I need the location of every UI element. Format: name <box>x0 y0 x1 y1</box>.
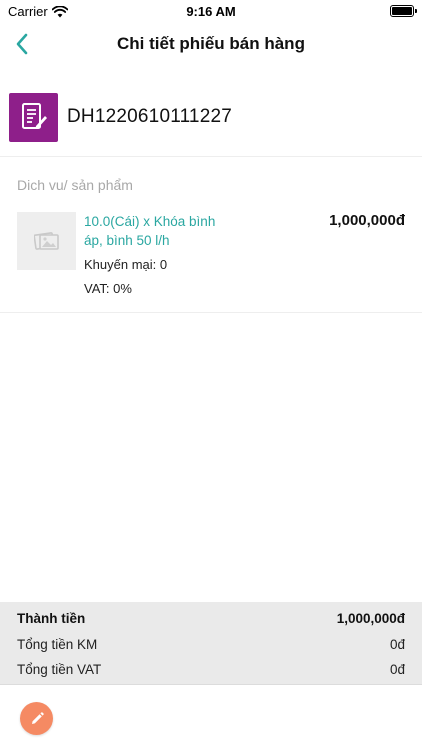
invoice-icon <box>9 92 58 142</box>
total-value: 1,000,000đ <box>336 611 405 626</box>
status-bar: Carrier 9:16 AM <box>0 0 422 24</box>
item-name: 10.0(Cái) x Khóa bình áp, bình 50 l/h <box>84 214 216 248</box>
pencil-icon <box>31 711 44 724</box>
promo-total-value: 0đ <box>389 637 405 652</box>
edit-button[interactable] <box>20 702 53 735</box>
image-placeholder-icon <box>17 212 76 270</box>
page-title: Chi tiết phiếu bán hàng <box>117 34 305 53</box>
item-price: 1,000,000đ <box>329 212 405 229</box>
list-item[interactable]: 10.0(Cái) x Khóa bình áp, bình 50 l/h 1,… <box>0 210 422 310</box>
vat-total-label: Tổng tiền VAT <box>17 662 102 677</box>
navigation-bar: Chi tiết phiếu bán hàng <box>0 24 422 64</box>
footer-bar <box>0 684 422 750</box>
summary-panel: Thành tiền 1,000,000đ Tổng tiền KM 0đ Tổ… <box>0 602 422 684</box>
promo-total-label: Tổng tiền KM <box>17 637 98 652</box>
status-time: 9:16 AM <box>186 4 236 19</box>
divider <box>0 312 422 313</box>
item-promotion: Khuyến mại: 0 <box>84 257 168 272</box>
item-vat: VAT: 0% <box>84 281 132 296</box>
order-code: DH1220610111227 <box>67 106 232 127</box>
battery-icon <box>390 5 417 17</box>
vat-total-value: 0đ <box>389 662 405 677</box>
summary-total-row: Thành tiền 1,000,000đ <box>17 611 405 626</box>
summary-vat-row: Tổng tiền VAT 0đ <box>17 662 405 677</box>
section-label: Dich vu/ sản phẩm <box>17 177 133 193</box>
order-header: DH1220610111227 <box>9 92 232 142</box>
summary-promo-row: Tổng tiền KM 0đ <box>17 637 405 652</box>
divider <box>0 156 422 157</box>
total-label: Thành tiền <box>17 611 86 626</box>
